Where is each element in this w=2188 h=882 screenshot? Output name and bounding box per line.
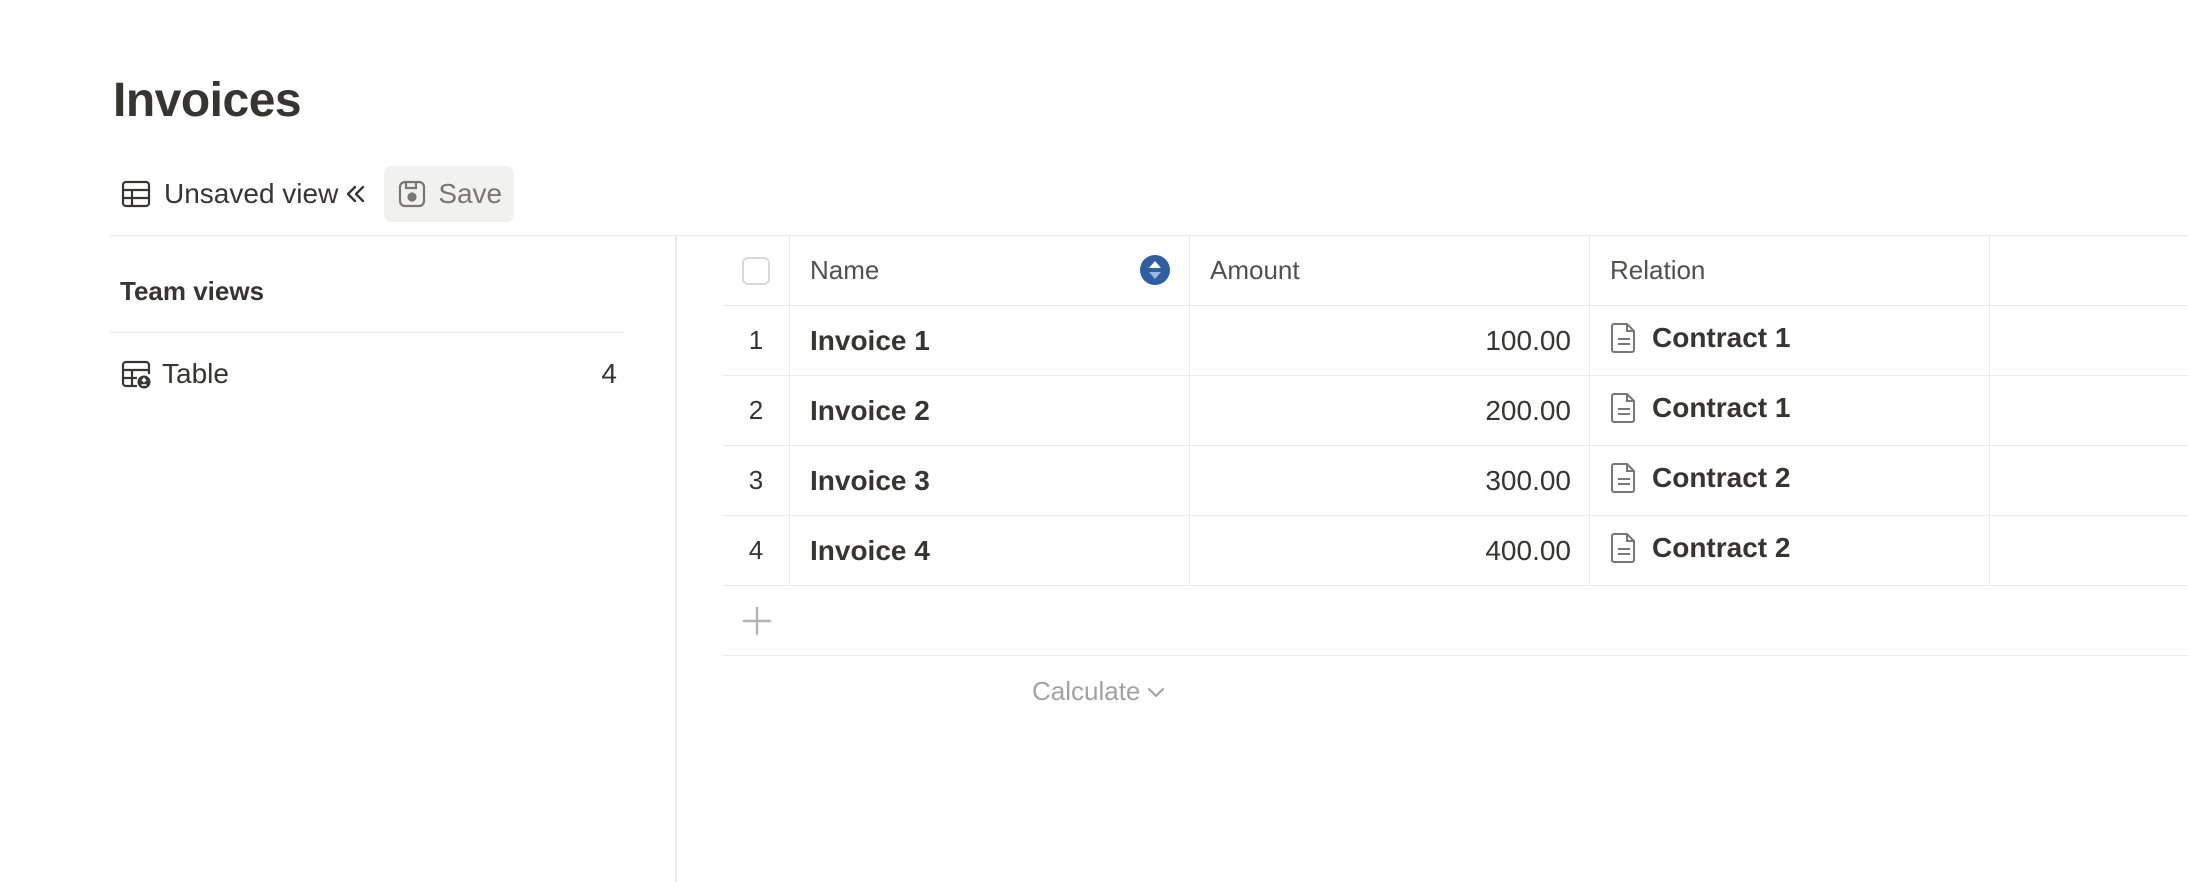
relation-cell[interactable]: Contract 2 <box>1590 516 1990 585</box>
name-cell[interactable]: Invoice 3 <box>790 446 1190 515</box>
select-all-cell <box>723 236 790 305</box>
document-icon <box>1610 392 1638 424</box>
view-switcher-button[interactable]: Unsaved view <box>110 166 376 222</box>
relation-cell[interactable]: Contract 1 <box>1590 376 1990 445</box>
sidebar-item-table[interactable]: Table 4 <box>110 346 625 402</box>
invoices-table: Name Amount Relation 1 Invoice 1 100.00 <box>723 236 2188 706</box>
relation-link[interactable]: Contract 2 <box>1652 532 1790 564</box>
column-header-amount[interactable]: Amount <box>1190 236 1590 305</box>
document-icon <box>1610 322 1638 354</box>
table-row[interactable]: 1 Invoice 1 100.00 Contract 1 <box>723 306 2188 376</box>
empty-cell <box>1990 516 2188 585</box>
relation-link[interactable]: Contract 2 <box>1652 462 1790 494</box>
views-sidebar: Team views Table 4 <box>110 236 677 882</box>
sidebar-divider <box>110 332 625 333</box>
table-row[interactable]: 3 Invoice 3 300.00 Contract 2 <box>723 446 2188 516</box>
row-index: 1 <box>723 306 790 375</box>
sidebar-item-count: 4 <box>601 358 617 389</box>
sort-icon[interactable] <box>1139 254 1171 286</box>
column-header-empty <box>1990 236 2188 305</box>
calculate-button[interactable]: Calculate <box>1032 676 1166 707</box>
document-icon <box>1610 462 1638 494</box>
amount-cell[interactable]: 200.00 <box>1190 376 1590 445</box>
name-cell[interactable]: Invoice 1 <box>790 306 1190 375</box>
relation-link[interactable]: Contract 1 <box>1652 392 1790 424</box>
empty-cell <box>1990 446 2188 515</box>
table-row[interactable]: 2 Invoice 2 200.00 Contract 1 <box>723 376 2188 446</box>
column-header-label: Relation <box>1610 255 1706 285</box>
name-cell[interactable]: Invoice 2 <box>790 376 1190 445</box>
table-icon <box>120 178 152 210</box>
amount-cell[interactable]: 400.00 <box>1190 516 1590 585</box>
page-title: Invoices <box>113 74 302 127</box>
amount-cell[interactable]: 100.00 <box>1190 306 1590 375</box>
plus-icon[interactable] <box>741 605 773 637</box>
row-index: 3 <box>723 446 790 515</box>
calculate-label: Calculate <box>1032 676 1141 706</box>
relation-cell[interactable]: Contract 2 <box>1590 446 1990 515</box>
current-view-label: Unsaved view <box>164 178 339 209</box>
save-icon <box>396 178 428 210</box>
relation-cell[interactable]: Contract 1 <box>1590 306 1990 375</box>
empty-cell <box>1990 376 2188 445</box>
row-index: 2 <box>723 376 790 445</box>
amount-cell[interactable]: 300.00 <box>1190 446 1590 515</box>
table-row[interactable]: 4 Invoice 4 400.00 Contract 2 <box>723 516 2188 586</box>
relation-link[interactable]: Contract 1 <box>1652 322 1790 354</box>
save-label: Save <box>438 178 503 209</box>
table-view-icon <box>120 358 152 390</box>
table-header-row: Name Amount Relation <box>723 236 2188 306</box>
chevron-down-icon <box>1146 682 1166 702</box>
save-button[interactable]: Save <box>384 166 515 222</box>
column-header-relation[interactable]: Relation <box>1590 236 1990 305</box>
document-icon <box>1610 532 1638 564</box>
column-header-label: Name <box>810 255 880 285</box>
column-header-label: Amount <box>1210 255 1300 285</box>
column-header-name[interactable]: Name <box>790 236 1190 305</box>
name-cell[interactable]: Invoice 4 <box>790 516 1190 585</box>
sidebar-section-title: Team views <box>120 276 265 306</box>
sidebar-item-label: Table <box>162 358 229 389</box>
add-row[interactable] <box>723 586 2188 656</box>
view-toolbar: Unsaved view Save <box>110 166 515 222</box>
select-all-checkbox[interactable] <box>742 256 770 285</box>
double-chevron-left-icon[interactable] <box>344 182 368 206</box>
row-index: 4 <box>723 516 790 585</box>
empty-cell <box>1990 306 2188 375</box>
